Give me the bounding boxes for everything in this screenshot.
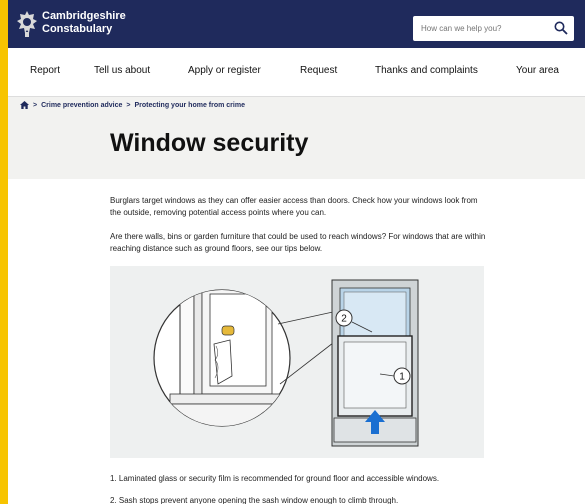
intro-paragraph-1: Burglars target windows as they can offe… (110, 196, 478, 217)
search-button[interactable] (552, 19, 570, 37)
breadcrumb-crime-prevention[interactable]: Crime prevention advice (41, 102, 122, 109)
title-band: > Crime prevention advice > Protecting y… (8, 97, 585, 179)
nav-request[interactable]: Request (300, 65, 337, 76)
window-security-illustration: 2 1 (110, 266, 484, 458)
page-title: Window security (110, 129, 309, 157)
nav-apply-or-register[interactable]: Apply or register (188, 65, 261, 76)
page: Cambridgeshire Constabulary Report Tell … (8, 0, 585, 504)
tip-item-2: 2. Sash stops prevent anyone opening the… (110, 496, 399, 504)
home-icon[interactable] (20, 101, 29, 109)
tip-item-1: 1. Laminated glass or security film is r… (110, 474, 440, 483)
callout-2-label: 2 (341, 314, 347, 325)
nav-thanks-and-complaints[interactable]: Thanks and complaints (375, 65, 478, 76)
nav-tell-us-about[interactable]: Tell us about (94, 65, 150, 76)
brand-name[interactable]: Cambridgeshire Constabulary (42, 10, 126, 36)
window-diagram: 2 1 (153, 279, 419, 447)
page-edge-accent (0, 0, 8, 504)
breadcrumb-chevron-icon: > (33, 101, 38, 109)
breadcrumb-chevron-icon: > (126, 101, 131, 109)
search-icon (554, 21, 568, 35)
site-header: Cambridgeshire Constabulary (8, 0, 585, 48)
brand-line-2: Constabulary (42, 23, 113, 35)
crest-logo-icon[interactable] (16, 10, 38, 38)
breadcrumb: > Crime prevention advice > Protecting y… (20, 101, 245, 109)
callout-1-label: 1 (399, 372, 405, 383)
search-box (413, 16, 574, 41)
breadcrumb-protecting-home[interactable]: Protecting your home from crime (135, 102, 245, 109)
search-input[interactable] (421, 21, 541, 36)
brand-line-1: Cambridgeshire (42, 10, 126, 22)
nav-your-area[interactable]: Your area (516, 65, 559, 76)
intro-paragraph-2: Are there walls, bins or garden furnitur… (110, 232, 486, 253)
nav-report[interactable]: Report (30, 65, 60, 76)
